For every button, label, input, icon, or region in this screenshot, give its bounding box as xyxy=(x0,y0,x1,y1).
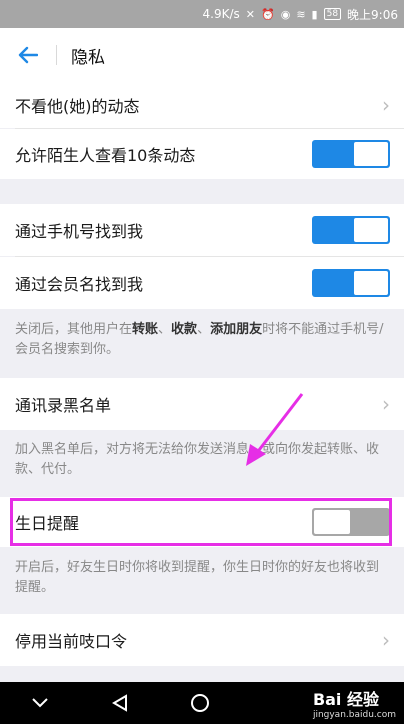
watermark: Bai 经验 jingyan.baidu.com xyxy=(312,690,396,720)
circle-home-icon xyxy=(191,694,209,712)
annotation-arrow-icon xyxy=(246,393,304,466)
row-disable-code-label: 停用当前吱口令 xyxy=(15,632,128,651)
chevron-right-icon: › xyxy=(382,628,390,652)
row-stranger-feed: 允许陌生人查看10条动态 xyxy=(0,129,404,179)
chevron-right-icon: › xyxy=(382,392,390,416)
chevron-down-icon xyxy=(32,698,48,708)
find-by-member-toggle[interactable] xyxy=(312,269,390,297)
status-bar: 4.9K/s ✕ ⏰ ◉ ≋ ▮ 58 晚上9:06 xyxy=(0,0,404,28)
wifi-icon: ≋ xyxy=(296,7,306,21)
toggle-knob xyxy=(354,142,388,166)
row-hide-feed-label: 不看他(她)的动态 xyxy=(15,97,140,116)
row-birthday: 生日提醒 xyxy=(0,497,404,547)
row-birthday-label: 生日提醒 xyxy=(15,514,80,533)
row-find-by-member: 通过会员名找到我 xyxy=(0,257,404,309)
stranger-feed-toggle[interactable] xyxy=(312,140,390,168)
row-stranger-feed-label: 允许陌生人查看10条动态 xyxy=(15,146,196,165)
row-blacklist[interactable]: 通讯录黑名单 › xyxy=(0,378,404,430)
toggle-knob xyxy=(314,510,350,534)
row-disable-code[interactable]: 停用当前吱口令 › xyxy=(0,614,404,666)
back-arrow-icon xyxy=(18,46,38,64)
alarm-icon: ⏰ xyxy=(261,7,275,21)
row-blacklist-label: 通讯录黑名单 xyxy=(15,396,112,415)
battery-icon: 58 xyxy=(323,8,342,20)
eye-icon: ◉ xyxy=(280,7,291,21)
page-title: 隐私 xyxy=(71,47,105,68)
row-hide-feed[interactable]: 不看他(她)的动态 › xyxy=(0,82,404,128)
chevron-right-icon: › xyxy=(382,93,390,117)
birthday-note: 开启后，好友生日时你将收到提醒，你生日时你的好友也将收到提醒。 xyxy=(15,560,380,595)
birthday-toggle[interactable] xyxy=(312,508,390,536)
back-button[interactable] xyxy=(0,28,56,82)
signal-icon: ▮ xyxy=(311,7,318,21)
nav-home-button[interactable] xyxy=(160,693,240,713)
row-find-by-phone-label: 通过手机号找到我 xyxy=(15,222,144,241)
row-find-by-phone: 通过手机号找到我 xyxy=(0,204,404,256)
nav-back-button[interactable] xyxy=(80,694,160,712)
triangle-back-icon xyxy=(112,694,127,712)
header: 隐私 xyxy=(0,28,404,82)
find-note: 关闭后，其他用户在转账、收款、添加朋友时将不能通过手机号/会员名搜索到你。 xyxy=(15,322,384,357)
nav-down-button[interactable] xyxy=(0,697,80,709)
network-speed: 4.9K/s xyxy=(202,7,240,21)
clock: 晚上9:06 xyxy=(347,7,398,22)
blacklist-note: 加入黑名单后，对方将无法给你发送消息，或向你发起转账、收款、代付。 xyxy=(15,442,380,477)
row-find-by-member-label: 通过会员名找到我 xyxy=(15,275,144,294)
header-divider xyxy=(56,45,57,65)
toggle-knob xyxy=(354,271,388,295)
find-by-phone-toggle[interactable] xyxy=(312,216,390,244)
mute-icon: ✕ xyxy=(245,7,255,21)
toggle-knob xyxy=(354,218,388,242)
